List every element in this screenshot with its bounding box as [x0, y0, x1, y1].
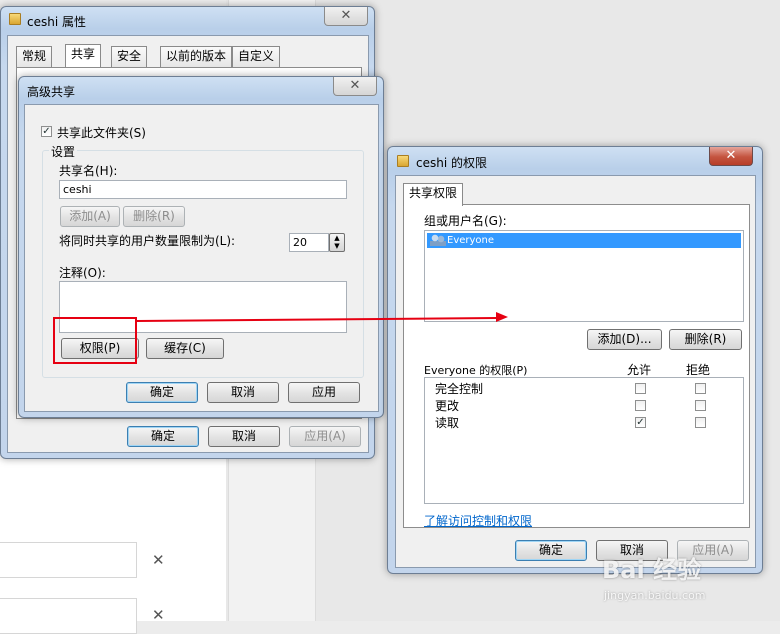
- perm-row-full-control: 完全控制: [435, 382, 484, 396]
- user-limit-label: 将同时共享的用户数量限制为(L):: [59, 234, 236, 248]
- remove-user-button[interactable]: 删除(R): [669, 329, 742, 350]
- close-icon[interactable]: ✕: [152, 551, 165, 569]
- group-user-label: 组或用户名(G):: [424, 214, 507, 228]
- share-folder-checkbox[interactable]: ✓: [41, 126, 52, 137]
- permissions-list: 完全控制 更改 读取 ✓: [424, 377, 744, 504]
- access-control-link[interactable]: 了解访问控制和权限: [424, 512, 532, 529]
- tab-general[interactable]: 常规: [16, 46, 53, 67]
- perm-row-read: 读取: [435, 416, 460, 430]
- advanced-close-button[interactable]: ✕: [333, 77, 377, 96]
- user-limit-input[interactable]: 20: [289, 233, 329, 252]
- share-folder-label: 共享此文件夹(S): [57, 126, 146, 140]
- tab-security[interactable]: 安全: [111, 46, 148, 67]
- advanced-apply-button[interactable]: 应用: [288, 382, 360, 403]
- remove-share-button[interactable]: 删除(R): [123, 206, 185, 227]
- settings-group-label: 设置: [49, 143, 78, 160]
- permissions-title: ceshi 的权限: [416, 156, 487, 170]
- users-icon: [430, 234, 446, 246]
- properties-ok-button[interactable]: 确定: [127, 426, 199, 447]
- advanced-sharing-dialog: 高级共享 ✕ ✓ 共享此文件夹(S) 设置 共享名(H): ceshi 添加(A…: [18, 76, 384, 418]
- background-input[interactable]: [0, 542, 137, 578]
- share-name-label: 共享名(H):: [59, 164, 118, 178]
- advanced-cancel-button[interactable]: 取消: [207, 382, 279, 403]
- advanced-client: ✓ 共享此文件夹(S) 设置 共享名(H): ceshi 添加(A) 删除(R)…: [24, 104, 379, 412]
- tab-sharing[interactable]: 共享: [65, 44, 102, 67]
- perm-row-change: 更改: [435, 399, 460, 413]
- add-share-button[interactable]: 添加(A): [60, 206, 120, 227]
- permissions-client: 共享权限 组或用户名(G): Everyone 添加(D)... 删除(R) E…: [395, 175, 756, 568]
- change-deny-checkbox[interactable]: [695, 400, 706, 411]
- permissions-ok-button[interactable]: 确定: [515, 540, 587, 561]
- properties-title: ceshi 属性: [27, 15, 86, 29]
- tab-custom[interactable]: 自定义: [232, 46, 281, 67]
- folder-icon: [9, 13, 21, 25]
- advanced-titlebar: 高级共享 ✕: [19, 77, 383, 101]
- tab-share-permissions[interactable]: 共享权限: [403, 183, 464, 206]
- watermark-url: jingyan.baidu.com: [604, 589, 706, 602]
- change-allow-checkbox[interactable]: [635, 400, 646, 411]
- arrow-head: [496, 312, 508, 322]
- highlight-box: [53, 317, 137, 364]
- permissions-tab-panel: 组或用户名(G): Everyone 添加(D)... 删除(R) Everyo…: [403, 204, 750, 528]
- comment-label: 注释(O):: [59, 266, 106, 280]
- permissions-dialog: ceshi 的权限 ✕ 共享权限 组或用户名(G): Everyone 添加(D…: [387, 146, 763, 574]
- permissions-titlebar: ceshi 的权限 ✕: [388, 147, 762, 171]
- full-control-allow-checkbox[interactable]: [635, 383, 646, 394]
- properties-cancel-button[interactable]: 取消: [208, 426, 280, 447]
- watermark-logo: Bai 经验: [602, 556, 702, 584]
- permissions-close-button[interactable]: ✕: [709, 147, 753, 166]
- background-form: [0, 456, 226, 621]
- folder-icon: [397, 155, 409, 167]
- properties-titlebar: ceshi 属性 ✕: [1, 7, 374, 31]
- share-name-input[interactable]: ceshi: [59, 180, 347, 199]
- read-allow-checkbox[interactable]: ✓: [635, 417, 646, 428]
- properties-apply-button[interactable]: 应用(A): [289, 426, 361, 447]
- user-list[interactable]: Everyone: [424, 230, 744, 322]
- user-name: Everyone: [447, 235, 495, 246]
- full-control-deny-checkbox[interactable]: [695, 383, 706, 394]
- read-deny-checkbox[interactable]: [695, 417, 706, 428]
- caching-button[interactable]: 缓存(C): [146, 338, 224, 359]
- allow-header: 允许: [627, 363, 652, 377]
- add-user-button[interactable]: 添加(D)...: [587, 329, 662, 350]
- background-input[interactable]: [0, 598, 137, 634]
- tab-previous-versions[interactable]: 以前的版本: [160, 46, 233, 67]
- advanced-title: 高级共享: [27, 85, 76, 99]
- advanced-ok-button[interactable]: 确定: [126, 382, 198, 403]
- deny-header: 拒绝: [686, 363, 711, 377]
- user-list-item[interactable]: Everyone: [427, 233, 741, 248]
- properties-close-button[interactable]: ✕: [324, 7, 368, 26]
- close-icon[interactable]: ✕: [152, 606, 165, 624]
- user-limit-spinner[interactable]: ▲ ▼: [329, 233, 345, 252]
- permissions-for-label: Everyone 的权限(P): [424, 364, 528, 377]
